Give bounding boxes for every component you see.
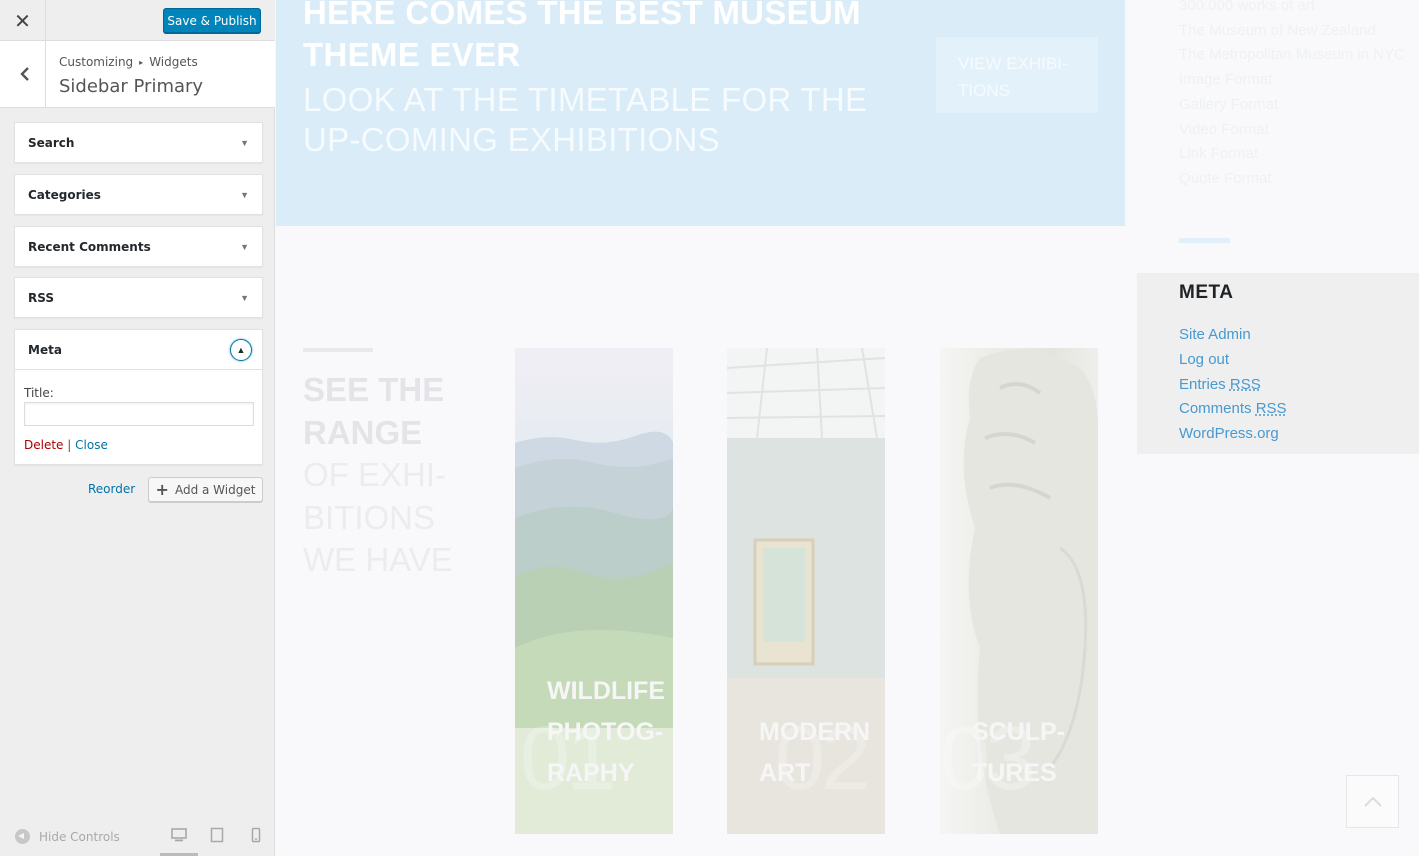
- close-icon: ✕: [14, 8, 31, 33]
- section-title-bar: Customizing ▸ Widgets Sidebar Primary: [0, 41, 275, 108]
- triangle-down-icon[interactable]: ▼: [240, 138, 249, 148]
- list-item[interactable]: The Metropolitan Museum in NYC: [1179, 43, 1405, 68]
- rss-abbr: RSS: [1229, 375, 1261, 393]
- meta-link-site-admin[interactable]: Site Admin: [1179, 323, 1287, 348]
- widget-rss[interactable]: RSS ▼: [14, 277, 263, 318]
- list-item[interactable]: Quote Format: [1179, 167, 1405, 192]
- widget-title: Search: [28, 135, 75, 150]
- hide-controls-label: Hide Controls: [39, 829, 120, 844]
- site-preview: HERE COMES THE BEST MUSEUM THEME EVER LO…: [276, 0, 1419, 856]
- section-title: Sidebar Primary: [59, 76, 204, 97]
- triangle-down-icon[interactable]: ▼: [240, 190, 249, 200]
- card-label-line: WILDLIFE: [547, 677, 666, 705]
- recent-posts-list: 300.000 works of art The Museum of New Z…: [1179, 0, 1405, 192]
- add-widget-button[interactable]: + Add a Widget: [148, 477, 263, 502]
- hero-banner: HERE COMES THE BEST MUSEUM THEME EVER LO…: [276, 0, 1125, 226]
- card-label: MODERN ART: [759, 712, 870, 794]
- section-divider: [303, 348, 373, 352]
- hide-controls-button[interactable]: Hide Controls: [15, 829, 120, 844]
- list-item[interactable]: Image Format: [1179, 68, 1405, 93]
- list-item[interactable]: The Museum of New Zealand: [1179, 19, 1405, 44]
- exhibition-card-wildlife[interactable]: 01 WILDLIFE PHOTOG- RAPHY: [515, 348, 673, 834]
- breadcrumb-separator-icon: ▸: [139, 57, 144, 67]
- delete-link[interactable]: Delete: [24, 438, 63, 452]
- customizer-panel: ✕ Save & Publish Customizing ▸ Widgets S…: [0, 0, 275, 856]
- card-label-line: ART: [759, 759, 811, 787]
- list-item[interactable]: Link Format: [1179, 142, 1405, 167]
- triangle-up-icon[interactable]: ▲: [230, 338, 252, 361]
- widget-title: Recent Comments: [28, 239, 151, 254]
- card-label-line: MODERN: [759, 718, 871, 746]
- collapse-arrow-icon: [15, 829, 30, 844]
- reorder-link[interactable]: Reorder: [88, 482, 135, 496]
- mobile-preview-icon[interactable]: [248, 827, 264, 843]
- widget-title: RSS: [28, 290, 54, 305]
- customizer-footer: Hide Controls: [0, 815, 275, 856]
- tablet-preview-icon[interactable]: [209, 827, 225, 843]
- close-customizer-button[interactable]: ✕: [0, 0, 46, 41]
- widget-search[interactable]: Search ▼: [14, 122, 263, 163]
- card-label-line: SCULP-: [972, 718, 1066, 746]
- chevron-up-icon: [1363, 796, 1382, 807]
- breadcrumb: Customizing ▸ Widgets: [59, 55, 198, 69]
- hero-title: HERE COMES THE BEST MUSEUM THEME EVER: [303, 0, 861, 73]
- triangle-down-icon[interactable]: ▼: [240, 293, 249, 303]
- view-exhibitions-button[interactable]: VIEW EXHIBI-TIONS: [936, 37, 1098, 113]
- breadcrumb-root: Customizing: [59, 55, 134, 69]
- range-heading-light: OF EXHI-BITIONS WE HAVE: [303, 456, 453, 578]
- meta-link-entries-rss[interactable]: Entries RSS: [1179, 373, 1287, 398]
- title-field-label: Title:: [24, 386, 54, 400]
- back-to-top-button[interactable]: [1346, 775, 1399, 828]
- widget-recent-comments[interactable]: Recent Comments ▼: [14, 226, 263, 267]
- add-widget-label: Add a Widget: [174, 482, 256, 497]
- widget-meta-form: Title: Delete | Close: [15, 369, 262, 464]
- meta-link-wordpress[interactable]: WordPress.org: [1179, 422, 1287, 447]
- meta-heading: META: [1179, 282, 1234, 303]
- back-button[interactable]: [0, 41, 46, 107]
- range-heading-bold: SEE THE RANGE: [303, 371, 445, 451]
- exhibition-card-sculptures[interactable]: 03 SCULP- TURES: [940, 348, 1098, 834]
- link-text: Entries: [1179, 375, 1230, 393]
- customizer-header: ✕ Save & Publish: [0, 0, 275, 41]
- card-label-line: PHOTOG-: [547, 718, 664, 746]
- card-label-line: TURES: [972, 759, 1057, 787]
- list-item[interactable]: Gallery Format: [1179, 93, 1405, 118]
- link-text: Comments: [1179, 400, 1256, 418]
- widget-meta[interactable]: Meta ▲ Title: Delete | Close: [14, 329, 263, 465]
- list-item[interactable]: Video Format: [1179, 118, 1405, 143]
- close-link[interactable]: Close: [75, 438, 108, 452]
- save-publish-button[interactable]: Save & Publish: [163, 8, 261, 33]
- rss-abbr: RSS: [1255, 400, 1287, 418]
- meta-link-log-out[interactable]: Log out: [1179, 348, 1287, 373]
- widget-title: Categories: [28, 187, 101, 202]
- chevron-left-icon: [19, 67, 29, 81]
- widget-divider: [1179, 238, 1230, 243]
- meta-link-comments-rss[interactable]: Comments RSS: [1179, 397, 1287, 422]
- card-label: WILDLIFE PHOTOG- RAPHY: [547, 671, 665, 794]
- widget-title: Meta: [28, 342, 62, 357]
- meta-links: Site Admin Log out Entries RSS Comments …: [1179, 323, 1287, 447]
- breadcrumb-current: Widgets: [149, 55, 198, 69]
- card-label-line: RAPHY: [547, 759, 635, 787]
- widget-categories[interactable]: Categories ▼: [14, 174, 263, 215]
- hero-subtitle: LOOK AT THE TIMETABLE FOR THE UP-COMING …: [303, 81, 868, 158]
- plus-icon: +: [155, 479, 169, 499]
- list-item[interactable]: 300.000 works of art: [1179, 0, 1405, 19]
- triangle-down-icon[interactable]: ▼: [240, 242, 249, 252]
- widget-controls: Delete | Close: [24, 438, 253, 452]
- exhibition-card-modern-art[interactable]: 02 MODERN ART: [727, 348, 885, 834]
- meta-widget: META Site Admin Log out Entries RSS Comm…: [1137, 273, 1419, 454]
- controls-separator: |: [67, 438, 72, 452]
- desktop-preview-icon[interactable]: [171, 827, 187, 843]
- title-field[interactable]: [24, 402, 254, 426]
- card-label: SCULP- TURES: [972, 712, 1065, 794]
